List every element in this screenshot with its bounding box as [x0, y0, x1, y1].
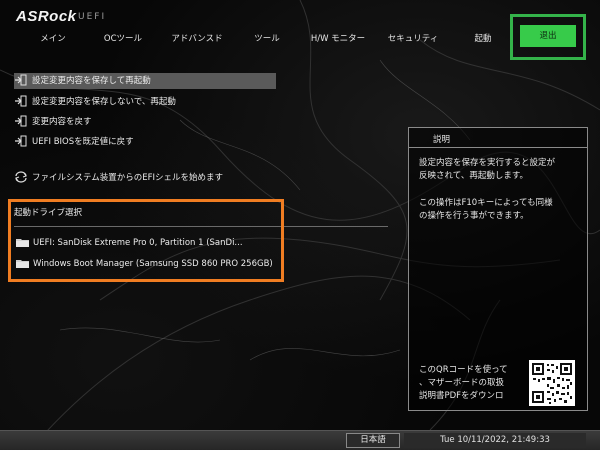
datetime-display: Tue 10/11/2022, 21:49:33 — [404, 433, 586, 448]
description-panel: 説明 設定内容を保存を実行すると設定が 反映されて、再起動します。 この操作はF… — [408, 127, 588, 411]
menu-item-label: ファイルシステム装置からのEFIシェルを始めます — [32, 173, 224, 183]
language-button[interactable]: 日本語 — [346, 433, 400, 448]
tab-oc-tweaker[interactable]: OCツール — [100, 30, 146, 48]
description-note: この操作はF10キーによっても同様 の操作を行う事ができます。 — [419, 198, 553, 221]
refresh-icon — [15, 170, 27, 183]
exit-icon — [15, 95, 27, 106]
folder-icon — [16, 238, 29, 247]
qr-code — [529, 360, 575, 406]
exit-icon — [15, 135, 27, 146]
tab-hw-monitor[interactable]: H/W モニター — [308, 30, 368, 48]
qr-caption: このQRコードを使って 、マザーボードの取扱 説明書PDFをダウンロ — [419, 365, 508, 401]
exit-tab-highlight: 退出 — [510, 14, 586, 60]
tab-advanced[interactable]: アドバンスド — [166, 30, 228, 48]
asrock-logo: ASRock — [16, 8, 77, 25]
status-bar: 日本語 Tue 10/11/2022, 21:49:33 — [0, 430, 600, 450]
tab-main[interactable]: メイン — [36, 30, 70, 48]
tab-security[interactable]: セキュリティ — [382, 30, 444, 48]
boot-item-windows-boot-manager[interactable]: Windows Boot Manager (Samsung SSD 860 PR… — [16, 256, 273, 272]
description-header: 説明 — [409, 128, 587, 148]
exit-icon — [15, 115, 27, 126]
menu-item-launch-efi-shell[interactable]: ファイルシステム装置からのEFIシェルを始めます — [14, 170, 223, 186]
folder-icon — [16, 259, 29, 268]
tab-boot[interactable]: 起動 — [468, 30, 498, 48]
menu-item-label: 変更内容を戻す — [32, 117, 92, 127]
menu-item-label: 設定変更内容を保存しないで、再起動 — [32, 97, 176, 107]
menu-item-label: UEFI BIOSを既定値に戻す — [32, 137, 134, 147]
boot-item-label: UEFI: SanDisk Extreme Pro 0, Partition 1… — [33, 238, 243, 248]
boot-item-label: Windows Boot Manager (Samsung SSD 860 PR… — [33, 259, 273, 269]
uefi-label: UEFI — [78, 12, 107, 22]
boot-item-sandisk[interactable]: UEFI: SanDisk Extreme Pro 0, Partition 1… — [16, 235, 243, 251]
menu-item-discard-and-reset[interactable]: 設定変更内容を保存しないで、再起動 — [14, 94, 176, 110]
menu-item-load-defaults[interactable]: UEFI BIOSを既定値に戻す — [14, 134, 134, 150]
description-title: 説明 — [433, 135, 451, 145]
tab-tool[interactable]: ツール — [250, 30, 284, 48]
menu-item-discard-changes[interactable]: 変更内容を戻す — [14, 114, 92, 130]
tab-exit[interactable]: 退出 — [520, 25, 576, 47]
menu-item-label: 設定変更内容を保存して再起動 — [32, 76, 151, 86]
exit-save-icon — [15, 74, 27, 85]
menu-item-save-and-reset[interactable]: 設定変更内容を保存して再起動 — [14, 73, 276, 89]
description-text: 設定内容を保存を実行すると設定が 反映されて、再起動します。 — [419, 158, 556, 181]
